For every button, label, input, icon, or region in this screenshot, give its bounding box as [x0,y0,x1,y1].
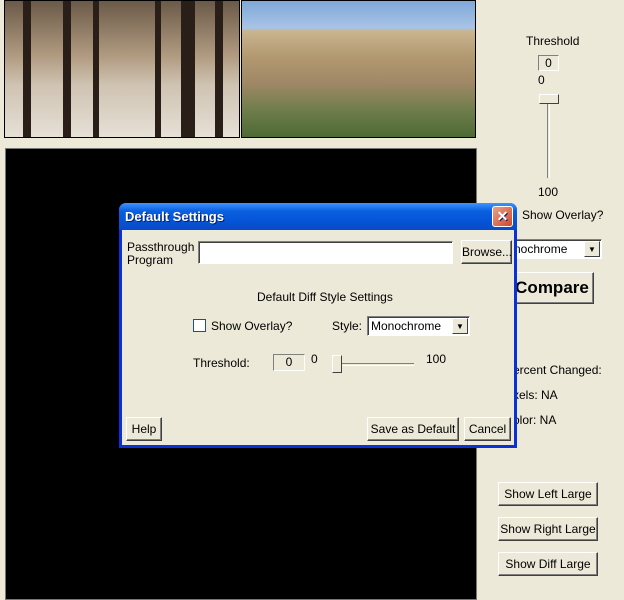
slider-max-label: 100 [538,185,559,199]
default-settings-dialog: Default Settings ✕ Passthrough Program Br… [119,203,517,448]
left-image [4,0,240,138]
show-overlay-checkbox[interactable] [193,319,206,332]
style-select-value: nochrome [514,242,568,256]
percent-changed-label: ercent Changed: [513,363,602,377]
dialog-slider-max: 100 [426,352,447,366]
browse-button[interactable]: Browse... [461,240,512,264]
show-overlay-label[interactable]: Show Overlay? [522,208,603,222]
section-heading: Default Diff Style Settings [257,290,393,304]
dialog-threshold-slider-thumb[interactable] [332,355,342,373]
dialog-slider-min: 0 [311,352,318,366]
dialog-title: Default Settings [125,209,224,224]
show-right-large-button[interactable]: Show Right Large [498,517,598,541]
right-image [241,0,476,138]
threshold-slider-track[interactable] [547,96,550,178]
slider-min-label: 0 [538,73,545,87]
compare-button[interactable]: Compare [510,272,594,304]
dialog-threshold-value: 0 [273,354,305,371]
dialog-style-select[interactable]: Monochrome ▼ [367,316,470,336]
dialog-threshold-label: Threshold: [193,356,250,370]
chevron-down-icon[interactable]: ▼ [452,318,468,334]
cancel-button[interactable]: Cancel [464,417,511,441]
save-as-default-button[interactable]: Save as Default [367,417,459,441]
threshold-slider-thumb[interactable] [539,94,559,104]
passthrough-label-line2: Program [127,253,174,267]
passthrough-label: Passthrough Program [127,241,194,267]
style-label: Style: [332,319,363,333]
color-changed-label: olor: NA [513,413,557,427]
close-icon[interactable]: ✕ [492,206,513,227]
show-overlay-label[interactable]: Show Overlay? [211,319,292,333]
dialog-titlebar[interactable]: Default Settings ✕ [119,203,517,230]
threshold-value-box: 0 [538,55,559,71]
threshold-label: Threshold [526,34,580,48]
help-button[interactable]: Help [126,417,162,441]
show-diff-large-button[interactable]: Show Diff Large [498,552,598,576]
pixels-changed-label: xels: NA [513,388,558,402]
dialog-threshold-slider-track[interactable] [334,363,414,366]
show-left-large-button[interactable]: Show Left Large [498,482,598,506]
dialog-style-value: Monochrome [371,319,442,333]
passthrough-program-input[interactable] [198,241,453,264]
style-select[interactable]: nochrome ▼ [510,239,602,259]
chevron-down-icon[interactable]: ▼ [584,241,600,257]
